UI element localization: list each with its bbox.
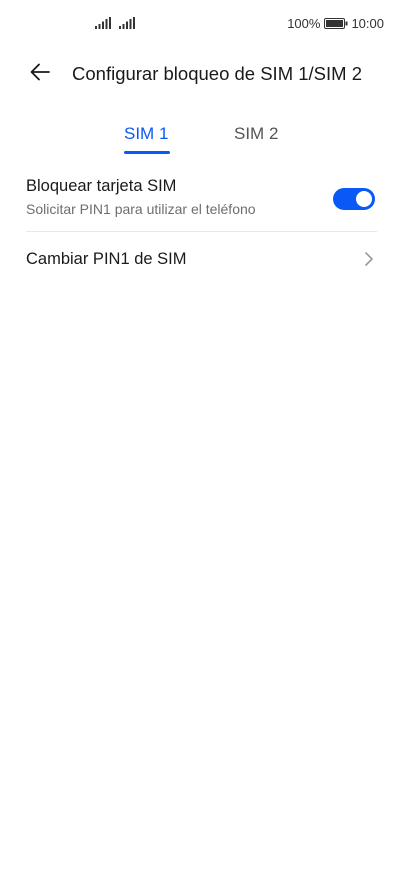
tab-sim1[interactable]: SIM 1 xyxy=(124,124,168,144)
battery-icon xyxy=(324,18,348,29)
back-button[interactable] xyxy=(24,58,56,90)
sim-tabs: SIM 1 SIM 2 xyxy=(0,124,403,158)
back-arrow-icon xyxy=(28,60,52,89)
battery-percent: 100% xyxy=(287,16,321,31)
signal-icon xyxy=(119,17,135,29)
lock-sim-row[interactable]: Bloquear tarjeta SIM Solicitar PIN1 para… xyxy=(26,175,377,231)
lock-sim-title: Bloquear tarjeta SIM xyxy=(26,177,177,195)
tab-sim2[interactable]: SIM 2 xyxy=(234,124,278,144)
clock: 10:00 xyxy=(351,16,384,31)
signal-group xyxy=(95,17,135,29)
tab-indicator xyxy=(124,151,170,154)
page-title: Configurar bloqueo de SIM 1/SIM 2 xyxy=(72,63,362,84)
signal-icon xyxy=(95,17,111,29)
chevron-right-icon xyxy=(363,250,375,273)
status-right: 100% 10:00 xyxy=(287,16,384,31)
lock-sim-subtitle: Solicitar PIN1 para utilizar el teléfono xyxy=(26,201,256,217)
change-pin-title: Cambiar PIN1 de SIM xyxy=(26,250,187,268)
change-pin-row[interactable]: Cambiar PIN1 de SIM xyxy=(26,237,377,281)
status-bar: 100% 10:00 xyxy=(0,0,403,48)
divider xyxy=(26,231,377,232)
lock-sim-toggle[interactable] xyxy=(333,188,375,210)
header: Configurar bloqueo de SIM 1/SIM 2 xyxy=(0,56,403,92)
toggle-knob xyxy=(356,191,372,207)
